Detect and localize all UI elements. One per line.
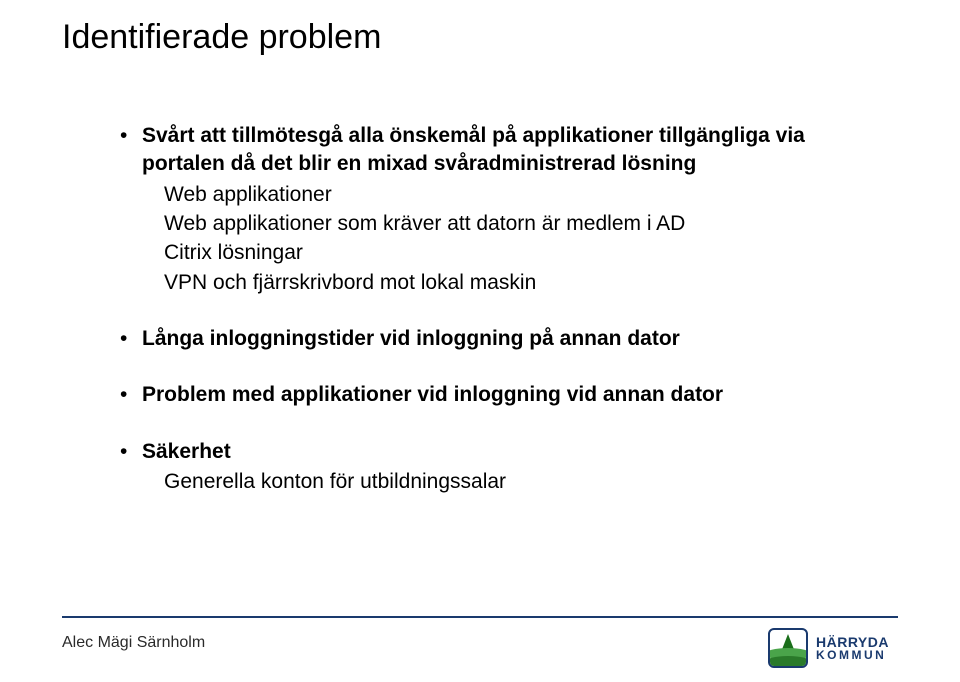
harryda-logo: HÄRRYDA KOMMUN (768, 626, 898, 670)
sub-item: Generella konton för utbildningssalar (142, 468, 880, 496)
bullet-item: Långa inloggningstider vid inloggning på… (120, 325, 880, 353)
logo-mark-icon (768, 628, 808, 668)
sub-item: Web applikationer (142, 181, 880, 209)
bullet-item: Problem med applikationer vid inloggning… (120, 381, 880, 409)
logo-line2: KOMMUN (816, 649, 889, 661)
sub-item: Web applikationer som kräver att datorn … (142, 210, 880, 238)
sub-item: Citrix lösningar (142, 239, 880, 267)
logo-text: HÄRRYDA KOMMUN (816, 635, 889, 661)
bullet-item: Svårt att tillmötesgå alla önskemål på a… (120, 122, 880, 297)
bullet-text: Svårt att tillmötesgå alla önskemål på a… (142, 124, 805, 175)
footer-author: Alec Mägi Särnholm (62, 634, 205, 652)
slide: Identifierade problem Svårt att tillmöte… (0, 0, 960, 682)
bullet-item: Säkerhet Generella konton för utbildning… (120, 438, 880, 497)
slide-content: Svårt att tillmötesgå alla önskemål på a… (120, 122, 880, 524)
sub-item: VPN och fjärrskrivbord mot lokal maskin (142, 269, 880, 297)
bullet-text: Långa inloggningstider vid inloggning på… (142, 327, 680, 350)
logo-line1: HÄRRYDA (816, 635, 889, 649)
footer-divider (62, 616, 898, 618)
bullet-text: Säkerhet (142, 440, 231, 463)
slide-title: Identifierade problem (62, 18, 381, 57)
bullet-text: Problem med applikationer vid inloggning… (142, 383, 723, 406)
